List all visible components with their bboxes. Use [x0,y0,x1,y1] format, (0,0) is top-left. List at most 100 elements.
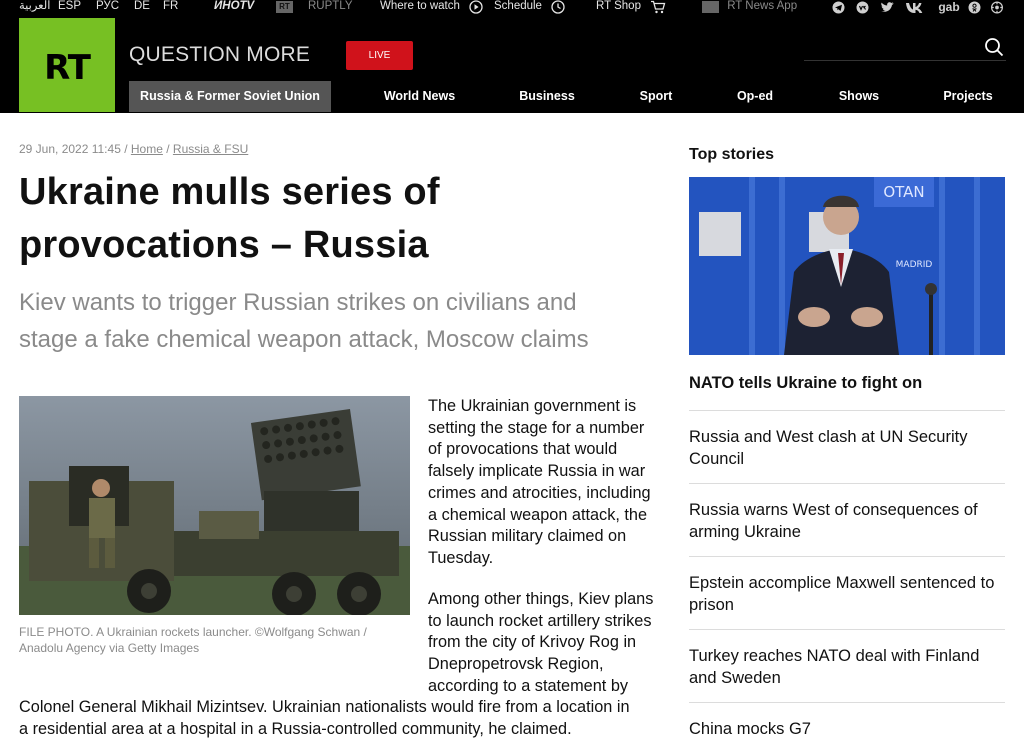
paragraph-line: Tuesday. [428,548,494,567]
rt-app-icon [702,1,719,13]
story-line: China mocks G7 [689,720,811,738]
story-divider [689,702,1005,703]
nav-world-news[interactable]: World News [372,81,467,112]
vk-circle-icon[interactable] [856,1,869,14]
article-photo[interactable] [19,396,410,615]
story-line: Russia and West clash at UN Security [689,428,968,446]
caption-line: FILE PHOTO. A Ukrainian rockets launcher… [19,625,367,639]
clock-icon [551,0,565,14]
app-label: RT News App [727,0,798,12]
paragraph-line: a residential area at a hospital in a Ru… [19,719,572,738]
shop-link[interactable]: RT Shop [596,0,666,17]
lang-fr[interactable]: FR [163,0,178,17]
search-icon[interactable] [984,37,1004,57]
paragraph-line: setting the stage for a number [428,418,645,437]
paragraph-line: Dnepropetrovsk Region, [428,655,604,674]
summary-line: stage a fake chemical weapon attack, Mos… [19,326,589,353]
nav-projects[interactable]: Projects [932,81,1004,112]
story-line: and Sweden [689,669,781,687]
partner-rt[interactable]: RT [276,1,293,13]
cart-icon [651,0,666,14]
story-line: Epstein accomplice Maxwell sentenced to [689,574,995,592]
schedule-link[interactable]: Schedule [494,0,565,17]
caption-line: Anadolu Agency via Getty Images [19,641,200,655]
lang-rus[interactable]: РУС [96,0,119,17]
article-paragraph-2: Among other things, Kiev plans to launch… [428,589,668,698]
story-line: Turkey reaches NATO deal with Finland [689,647,980,665]
story-divider [689,410,1005,411]
odnoklassniki-icon[interactable] [968,1,981,14]
app-link[interactable]: RT News App [702,0,797,17]
paragraph-line: to launch rocket artillery strikes [428,611,652,630]
story-line: Council [689,450,745,468]
partner-inotv[interactable]: ИНОTV [214,0,254,17]
paragraph-line: according to a statement by [428,676,629,695]
gab-link[interactable]: gab [936,1,962,14]
top-story-photo[interactable]: OTAN MADRID [689,177,1005,355]
nav-op-ed[interactable]: Op-ed [726,81,784,112]
search-field-underline [804,60,1006,61]
nav-business[interactable]: Business [508,81,586,112]
story-divider [689,483,1005,484]
paragraph-line: The Ukrainian government is [428,397,637,415]
story-divider [689,629,1005,630]
nav-shows[interactable]: Shows [826,81,892,112]
breadcrumb-home[interactable]: Home [131,142,163,156]
schedule-label: Schedule [494,0,542,12]
paragraph-line: crimes and atrocities, including [428,483,651,502]
tagline: QUESTION MORE [129,43,311,66]
partner-ruptly[interactable]: RUPTLY [308,0,353,17]
title-line: provocations – Russia [19,224,429,266]
article-summary: Kiev wants to trigger Russian strikes on… [19,284,659,358]
article-meta: 29 Jun, 2022 11:45 / Home / Russia & FSU [19,142,248,156]
vk-icon[interactable] [905,1,927,14]
article-paragraph-1: The Ukrainian government is setting the … [428,396,668,570]
breadcrumb-section[interactable]: Russia & FSU [173,142,248,156]
settings-icon[interactable] [990,1,1004,14]
where-to-watch-label: Where to watch [380,0,460,12]
lang-arabic[interactable]: العربية [19,0,50,17]
paragraph-line: Colonel General Mikhail Mizintsev. Ukrai… [19,698,630,716]
breadcrumb-separator: / [162,142,173,156]
title-line: Ukraine mulls series of [19,171,440,213]
lang-esp[interactable]: ESP [58,0,81,17]
story-link[interactable]: China mocks G7 [689,718,1005,740]
story-line: arming Ukraine [689,523,801,541]
paragraph-line: of provocations that would [428,440,618,459]
live-button[interactable]: LIVE [346,41,413,70]
rt-logo-text: RT [44,48,91,88]
lead-story-link[interactable]: NATO tells Ukraine to fight on [689,374,1005,393]
backdrop-sign-text: OTAN [883,183,924,201]
telegram-icon[interactable] [832,1,845,14]
paragraph-line: falsely implicate Russia in war [428,462,646,481]
top-stories-heading: Top stories [689,146,775,163]
site-header: RT QUESTION MORE LIVE Russia & Former So… [0,17,1024,113]
story-link[interactable]: Turkey reaches NATO deal with Finland an… [689,645,1005,689]
rocket-launcher-image [19,396,410,615]
backdrop-city-text: MADRID [896,260,933,270]
story-divider [689,556,1005,557]
where-to-watch-link[interactable]: Where to watch [380,0,483,17]
nato-speaker-image: OTAN MADRID [689,177,1005,355]
paragraph-line: a chemical weapon attack, the [428,505,648,524]
rt-logo[interactable]: RT [19,18,115,112]
shop-label: RT Shop [596,0,641,12]
article-title: Ukraine mulls series of provocations – R… [19,166,639,272]
nav-russia-fsu[interactable]: Russia & Former Soviet Union [129,81,331,112]
twitter-icon[interactable] [880,1,895,14]
utility-bar: العربية ESP РУС DE FR ИНОTV RT RUPTLY Wh… [0,0,1024,17]
story-line: prison [689,596,734,614]
paragraph-line: from the city of Krivoy Rog in [428,633,637,652]
article-date: 29 Jun, 2022 11:45 [19,142,121,156]
story-line: Russia warns West of consequences of [689,501,978,519]
nav-sport[interactable]: Sport [628,81,684,112]
story-link[interactable]: Russia and West clash at UN Security Cou… [689,426,1005,470]
summary-line: Kiev wants to trigger Russian strikes on… [19,289,577,316]
article-paragraph-2-continued: Colonel General Mikhail Mizintsev. Ukrai… [19,697,669,740]
story-link[interactable]: Russia warns West of consequences of arm… [689,499,1005,543]
photo-caption: FILE PHOTO. A Ukrainian rockets launcher… [19,624,410,656]
lang-de[interactable]: DE [134,0,150,17]
story-link[interactable]: Epstein accomplice Maxwell sentenced to … [689,572,1005,616]
paragraph-line: Among other things, Kiev plans [428,590,654,608]
paragraph-line: Russian military claimed on [428,527,627,546]
